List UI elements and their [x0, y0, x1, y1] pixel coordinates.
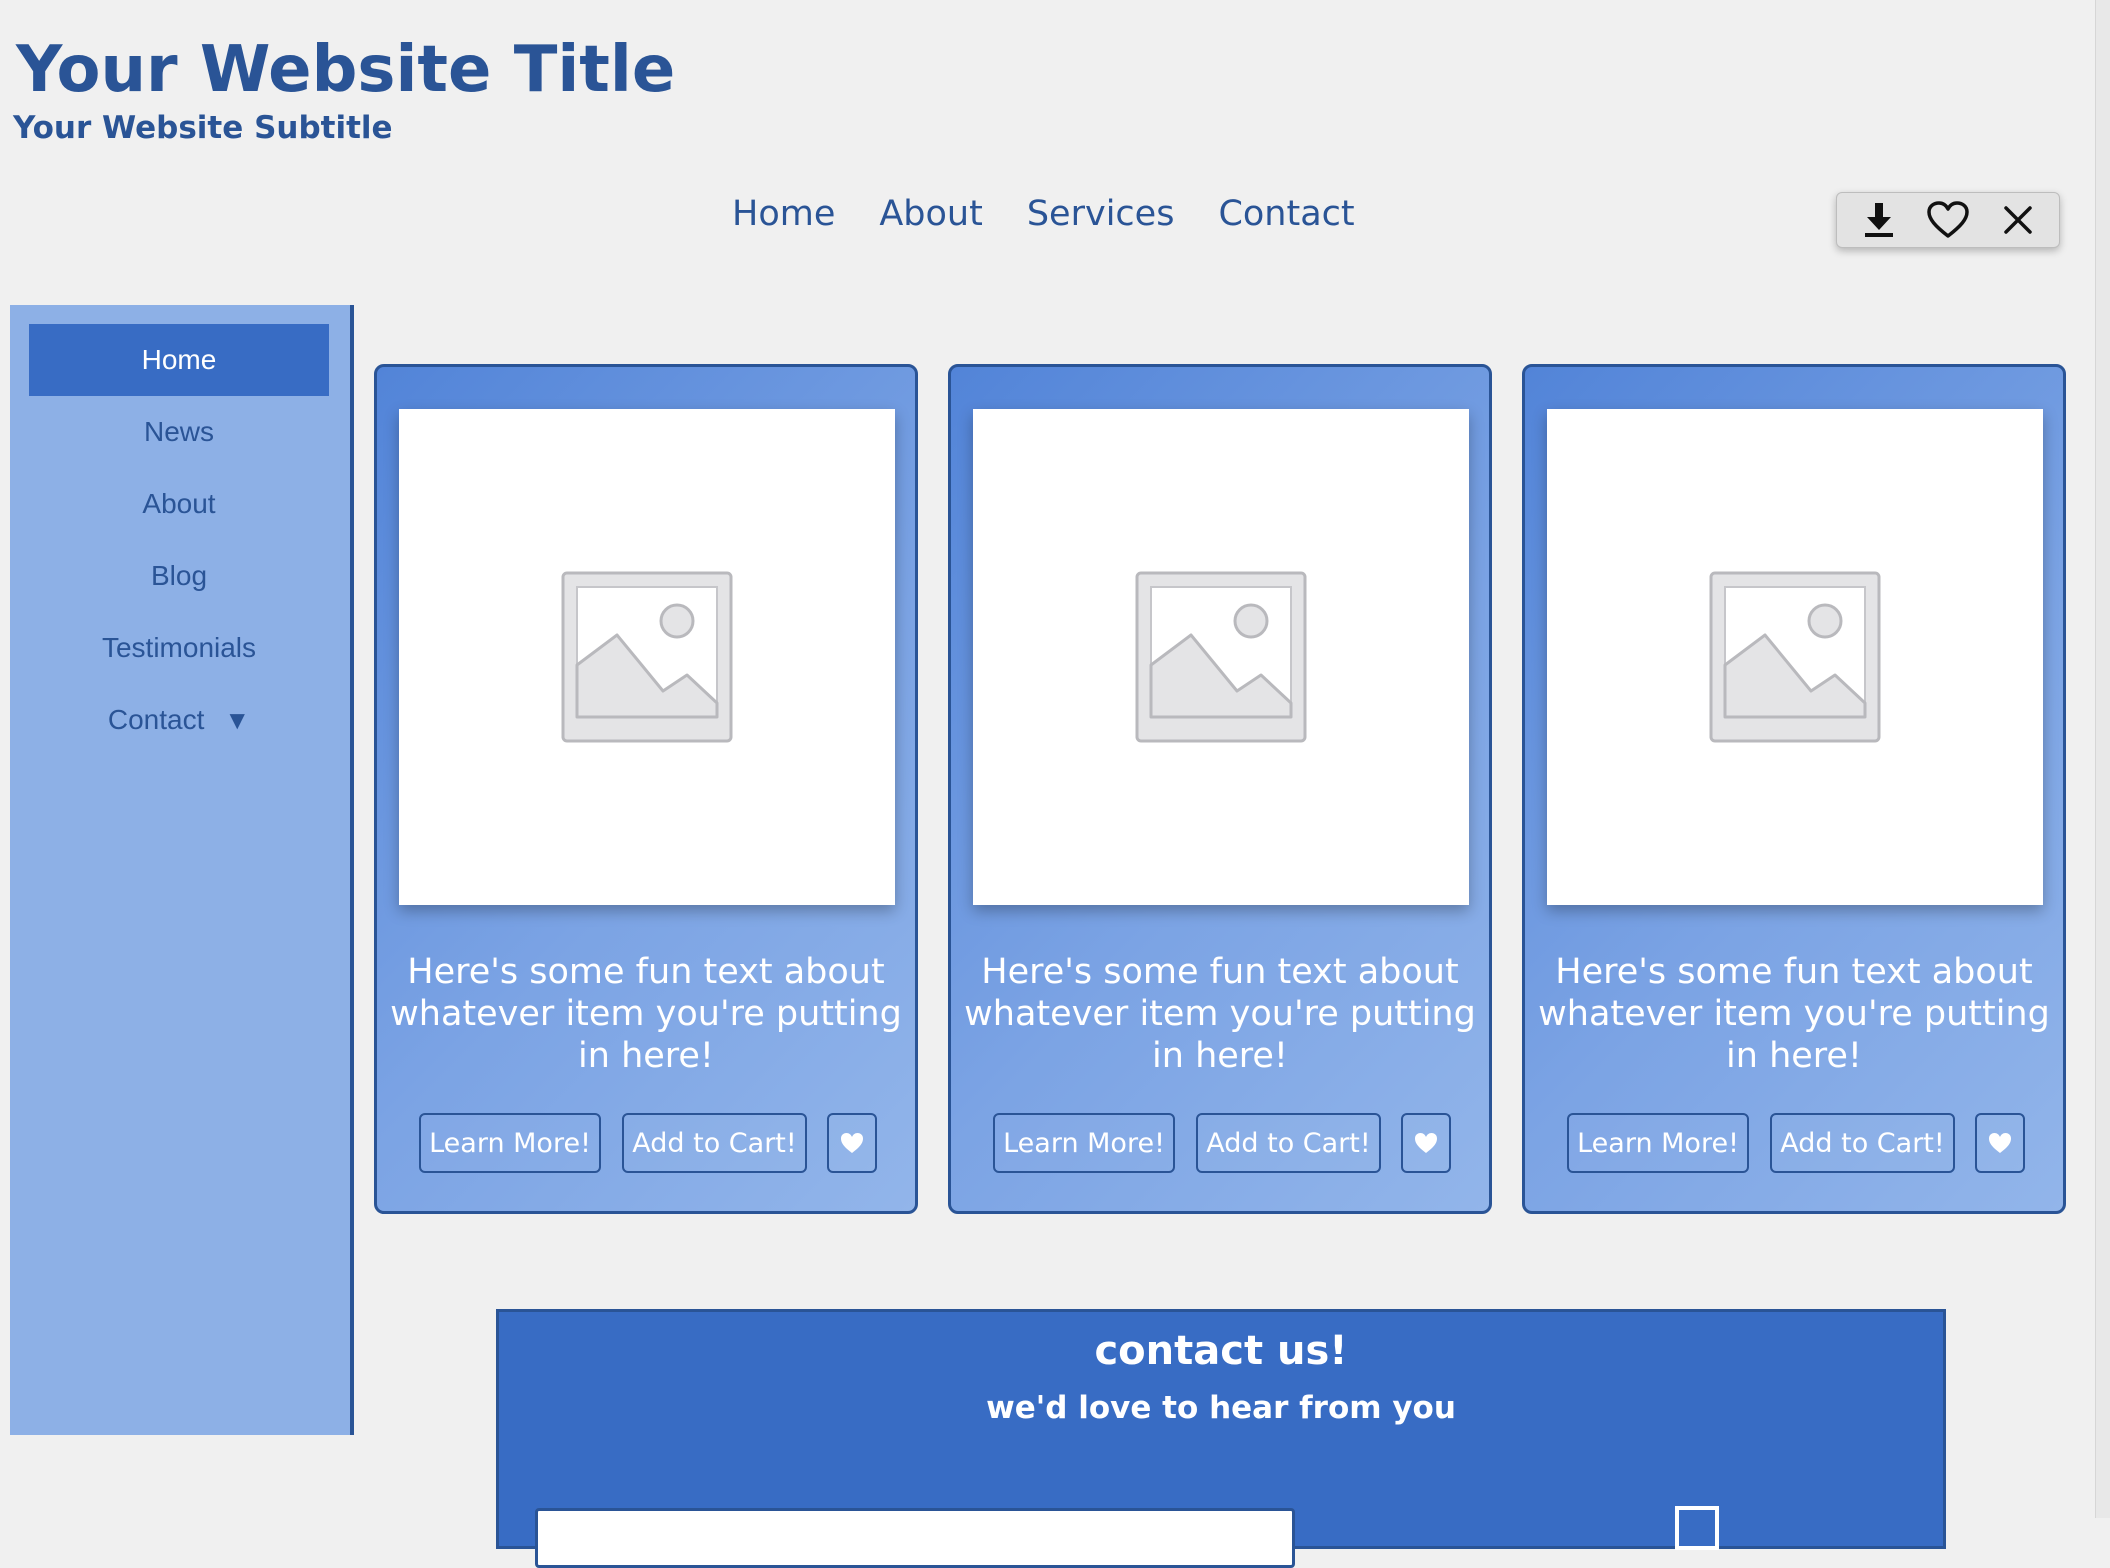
- image-placeholder-icon: [1135, 571, 1307, 743]
- scrollbar[interactable]: [2095, 0, 2110, 1518]
- heart-icon: [1415, 1133, 1437, 1153]
- card-image: [973, 409, 1469, 905]
- learn-more-button[interactable]: Learn More!: [419, 1113, 601, 1173]
- product-card: Here's some fun text about whatever item…: [948, 364, 1492, 1214]
- sidebar-item-news[interactable]: News: [29, 396, 329, 468]
- top-nav-about[interactable]: About: [879, 190, 982, 238]
- top-nav-contact[interactable]: Contact: [1218, 190, 1354, 238]
- close-button[interactable]: [1990, 196, 2046, 244]
- contact-title: contact us!: [1094, 1328, 1348, 1374]
- card-description: Here's some fun text about whatever item…: [1538, 952, 2050, 1076]
- contact-name-input[interactable]: [535, 1508, 1295, 1568]
- card-description: Here's some fun text about whatever item…: [390, 952, 902, 1076]
- heart-icon: [1989, 1133, 2011, 1153]
- add-to-cart-button[interactable]: Add to Cart!: [622, 1113, 807, 1173]
- product-card: Here's some fun text about whatever item…: [1522, 364, 2066, 1214]
- contact-section: contact us! we'd love to hear from you: [496, 1309, 1946, 1568]
- sidebar-item-testimonials[interactable]: Testimonials: [29, 612, 329, 684]
- sidebar-item-about[interactable]: About: [29, 468, 329, 540]
- contact-subtitle: we'd love to hear from you: [986, 1390, 1456, 1426]
- sidebar-item-label: Contact: [107, 704, 205, 735]
- contact-checkbox[interactable]: [1675, 1506, 1719, 1550]
- floating-toolbar: [1836, 192, 2060, 248]
- image-placeholder-icon: [1709, 571, 1881, 743]
- top-nav: Home About Services Contact: [732, 190, 1355, 238]
- top-nav-home[interactable]: Home: [732, 190, 835, 238]
- heart-outline-icon: [1927, 201, 1969, 238]
- download-button[interactable]: [1851, 196, 1907, 244]
- favorite-button[interactable]: [1975, 1113, 2025, 1173]
- favorite-button[interactable]: [1920, 196, 1976, 244]
- site-subtitle: Your Website Subtitle: [13, 110, 393, 146]
- card-image: [399, 409, 895, 905]
- sidebar-item-blog[interactable]: Blog: [29, 540, 329, 612]
- favorite-button[interactable]: [1401, 1113, 1451, 1173]
- learn-more-button[interactable]: Learn More!: [1567, 1113, 1749, 1173]
- close-icon: [2003, 206, 2032, 234]
- sidebar-item-home[interactable]: Home: [29, 324, 329, 396]
- image-placeholder-icon: [561, 571, 733, 743]
- add-to-cart-button[interactable]: Add to Cart!: [1770, 1113, 1955, 1173]
- sidebar: Home News About Blog Testimonials Contac…: [10, 305, 354, 1435]
- sidebar-item-contact[interactable]: Contact ▼: [29, 684, 329, 756]
- favorite-button[interactable]: [827, 1113, 877, 1173]
- learn-more-button[interactable]: Learn More!: [993, 1113, 1175, 1173]
- heart-icon: [841, 1133, 863, 1153]
- top-nav-services[interactable]: Services: [1027, 190, 1175, 238]
- site-title: Your Website Title: [16, 33, 676, 107]
- chevron-down-icon: ▼: [224, 704, 251, 735]
- card-image: [1547, 409, 2043, 905]
- download-icon: [1864, 203, 1893, 237]
- card-description: Here's some fun text about whatever item…: [964, 952, 1476, 1076]
- product-card: Here's some fun text about whatever item…: [374, 364, 918, 1214]
- add-to-cart-button[interactable]: Add to Cart!: [1196, 1113, 1381, 1173]
